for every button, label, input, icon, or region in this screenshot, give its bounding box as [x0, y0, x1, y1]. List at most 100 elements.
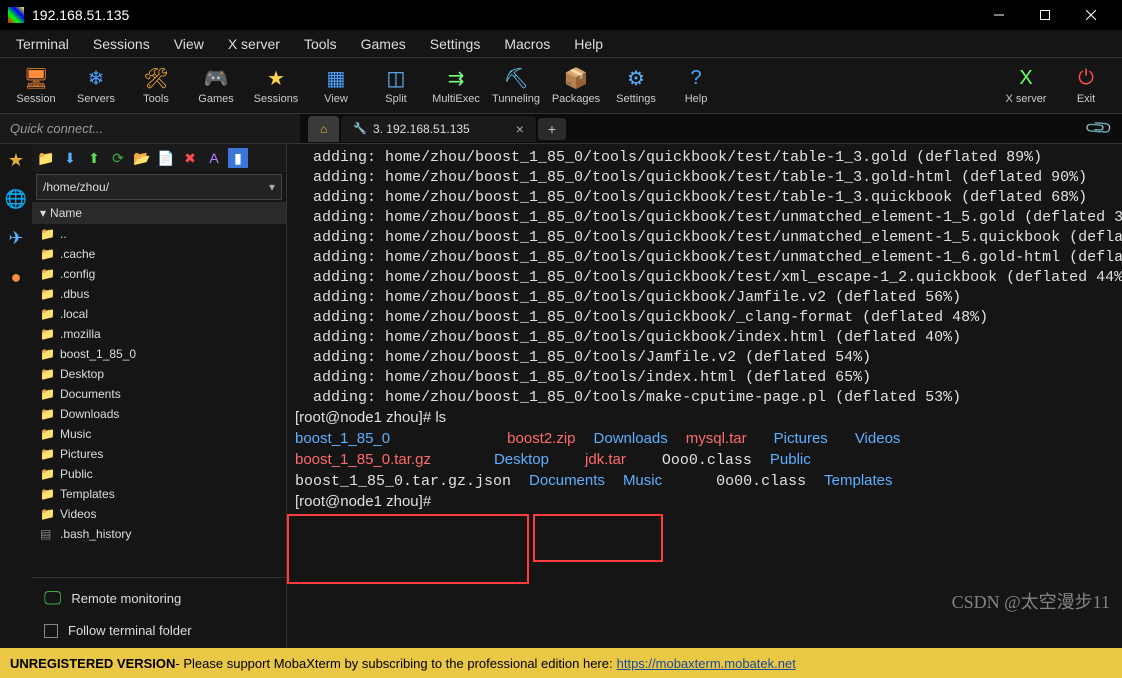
star-icon[interactable]: ★	[8, 150, 24, 171]
folder-up-icon: 📁	[40, 227, 54, 241]
servers-icon: ❄	[84, 67, 108, 91]
circle-icon[interactable]: ●	[11, 267, 22, 288]
status-link[interactable]: https://mobaxterm.mobatek.net	[617, 656, 796, 671]
quick-row: Quick connect... ⌂ 🔧 3. 192.168.51.135 ×…	[0, 114, 1122, 144]
toolbar-servers-button[interactable]: ❄Servers	[66, 67, 126, 105]
window-title: 192.168.51.135	[32, 7, 976, 23]
menu-macros[interactable]: Macros	[492, 32, 562, 56]
file-item[interactable]: 📁Videos	[32, 504, 286, 524]
file-item[interactable]: 📁.config	[32, 264, 286, 284]
toolbar-exit-button[interactable]: ⏻Exit	[1056, 67, 1116, 105]
folder-icon: 📁	[40, 427, 54, 441]
folder-up-icon[interactable]: 📁	[36, 148, 56, 168]
refresh-icon[interactable]: ⟳	[108, 148, 128, 168]
file-item[interactable]: 📁Public	[32, 464, 286, 484]
folder-icon: 📁	[40, 287, 54, 301]
toolbar-settings-button[interactable]: ⚙Settings	[606, 67, 666, 105]
split-icon: ◫	[384, 67, 408, 91]
folder-icon: 📁	[40, 347, 54, 361]
folder-icon: 📁	[40, 407, 54, 421]
main-toolbar: 🖥Session❄Servers🛠Tools🎮Games★Sessions▦Vi…	[0, 58, 1122, 114]
menu-xserver[interactable]: X server	[216, 32, 292, 56]
folder-icon: 📁	[40, 487, 54, 501]
terminal-toggle-icon[interactable]: ▮	[228, 148, 248, 168]
highlight-box-1	[287, 514, 529, 584]
remote-monitoring-button[interactable]: 🖵 Remote monitoring	[44, 588, 274, 609]
new-file-icon[interactable]: 📄	[156, 148, 176, 168]
file-item[interactable]: 📁Downloads	[32, 404, 286, 424]
file-item[interactable]: 📁.local	[32, 304, 286, 324]
unregistered-label: UNREGISTERED VERSION	[10, 656, 175, 671]
minimize-button[interactable]	[976, 0, 1022, 30]
file-icon: ▤	[40, 527, 54, 541]
close-button[interactable]	[1068, 0, 1114, 30]
folder-icon: 📁	[40, 307, 54, 321]
menu-help[interactable]: Help	[562, 32, 615, 56]
folder-icon: 📁	[40, 447, 54, 461]
path-input[interactable]: /home/zhou/ ▾	[36, 174, 282, 200]
packages-icon: 📦	[564, 67, 588, 91]
tab-session[interactable]: 🔧 3. 192.168.51.135 ×	[341, 116, 536, 142]
toolbar-session-button[interactable]: 🖥Session	[6, 67, 66, 105]
menu-terminal[interactable]: Terminal	[4, 32, 81, 56]
upload-icon[interactable]: ⬆	[84, 148, 104, 168]
exit-icon: ⏻	[1074, 67, 1098, 91]
toolbar-xserver-button[interactable]: XX server	[996, 67, 1056, 105]
multiexec-icon: ⇉	[444, 67, 468, 91]
tunneling-icon: ⛏	[504, 67, 528, 91]
tab-add-button[interactable]: +	[538, 118, 566, 140]
key-icon: 🔧	[353, 122, 367, 135]
toolbar-tools-button[interactable]: 🛠Tools	[126, 67, 186, 105]
download-icon[interactable]: ⬇	[60, 148, 80, 168]
menu-tools[interactable]: Tools	[292, 32, 349, 56]
paper-plane-icon[interactable]: ✈	[8, 228, 23, 249]
quick-connect-input[interactable]: Quick connect...	[0, 114, 300, 143]
maximize-button[interactable]	[1022, 0, 1068, 30]
follow-terminal-checkbox[interactable]: Follow terminal folder	[44, 623, 274, 638]
tab-close-icon[interactable]: ×	[516, 121, 524, 137]
terminal-output[interactable]: adding: home/zhou/boost_1_85_0/tools/qui…	[287, 144, 1122, 648]
quick-connect-placeholder: Quick connect...	[10, 121, 103, 136]
folder-icon: 📁	[40, 327, 54, 341]
menu-bar: Terminal Sessions View X server Tools Ga…	[0, 30, 1122, 58]
toolbar-multiexec-button[interactable]: ⇉MultiExec	[426, 67, 486, 105]
session-icon: 🖥	[24, 67, 48, 91]
edit-icon[interactable]: A	[204, 148, 224, 168]
attachment-icon[interactable]: 📎	[1083, 113, 1114, 144]
menu-view[interactable]: View	[162, 32, 216, 56]
toolbar-help-button[interactable]: ?Help	[666, 67, 726, 105]
file-item[interactable]: 📁..	[32, 224, 286, 244]
file-item[interactable]: 📁Desktop	[32, 364, 286, 384]
file-item[interactable]: 📁.cache	[32, 244, 286, 264]
menu-settings[interactable]: Settings	[418, 32, 493, 56]
toolbar-sessions-button[interactable]: ★Sessions	[246, 67, 306, 105]
main-area: ★ 🌐 ✈ ● 📁 ⬇ ⬆ ⟳ 📂 📄 ✖ A ▮ /home/zhou/ ▾ …	[0, 144, 1122, 648]
title-bar: 192.168.51.135	[0, 0, 1122, 30]
toolbar-tunneling-button[interactable]: ⛏Tunneling	[486, 67, 546, 105]
folder-icon: 📁	[40, 367, 54, 381]
toolbar-view-button[interactable]: ▦View	[306, 67, 366, 105]
menu-sessions[interactable]: Sessions	[81, 32, 162, 56]
tab-home[interactable]: ⌂	[308, 116, 339, 142]
file-item[interactable]: 📁boost_1_85_0	[32, 344, 286, 364]
tab-label: 3. 192.168.51.135	[373, 122, 470, 136]
file-item[interactable]: ▤.bash_history	[32, 524, 286, 544]
chevron-down-icon[interactable]: ▾	[269, 180, 275, 194]
toolbar-split-button[interactable]: ◫Split	[366, 67, 426, 105]
new-folder-icon[interactable]: 📂	[132, 148, 152, 168]
file-item[interactable]: 📁.mozilla	[32, 324, 286, 344]
delete-icon[interactable]: ✖	[180, 148, 200, 168]
toolbar-games-button[interactable]: 🎮Games	[186, 67, 246, 105]
sftp-sidebar: 📁 ⬇ ⬆ ⟳ 📂 📄 ✖ A ▮ /home/zhou/ ▾ ▾ Name 📁…	[32, 144, 287, 648]
file-item[interactable]: 📁Documents	[32, 384, 286, 404]
file-item[interactable]: 📁Music	[32, 424, 286, 444]
column-header-name[interactable]: ▾ Name	[32, 202, 286, 224]
file-list[interactable]: 📁..📁.cache📁.config📁.dbus📁.local📁.mozilla…	[32, 224, 286, 577]
toolbar-packages-button[interactable]: 📦Packages	[546, 67, 606, 105]
folder-icon: 📁	[40, 247, 54, 261]
menu-games[interactable]: Games	[349, 32, 418, 56]
file-item[interactable]: 📁Pictures	[32, 444, 286, 464]
file-item[interactable]: 📁.dbus	[32, 284, 286, 304]
globe-icon[interactable]: 🌐	[5, 189, 27, 210]
file-item[interactable]: 📁Templates	[32, 484, 286, 504]
